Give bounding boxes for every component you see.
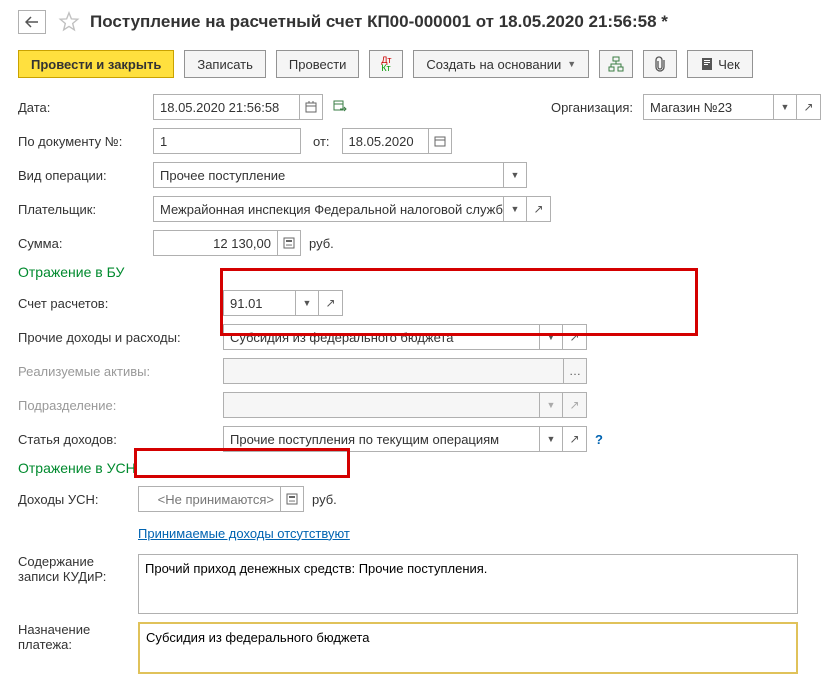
op-type-label: Вид операции:	[18, 168, 153, 183]
paperclip-icon	[653, 56, 667, 72]
chevron-down-icon: ▼	[303, 298, 312, 308]
chevron-down-icon: ▼	[547, 400, 556, 410]
payer-dropdown-button[interactable]: ▼	[503, 196, 527, 222]
usn-currency: руб.	[312, 492, 337, 507]
account-label: Счет расчетов:	[18, 296, 223, 311]
document-title: Поступление на расчетный счет КП00-00000…	[90, 12, 668, 32]
org-dropdown-button[interactable]: ▼	[773, 94, 797, 120]
chevron-down-icon: ▼	[567, 59, 576, 69]
structure-button[interactable]	[599, 50, 633, 78]
open-icon: ↗	[803, 100, 813, 114]
arrow-left-icon	[25, 16, 39, 28]
amount-label: Сумма:	[18, 236, 153, 251]
calendar-button[interactable]	[299, 94, 323, 120]
doc-from-label: от:	[313, 134, 330, 149]
open-icon: ↗	[569, 398, 579, 412]
chevron-down-icon: ▼	[781, 102, 790, 112]
calendar-icon	[434, 135, 446, 147]
dt-kt-button[interactable]: ДтКт	[369, 50, 403, 78]
usn-income-calc-button[interactable]	[280, 486, 304, 512]
amount-calc-button[interactable]	[277, 230, 301, 256]
help-link[interactable]: ?	[595, 432, 603, 447]
attachment-button[interactable]	[643, 50, 677, 78]
other-income-open-button[interactable]: ↗	[563, 324, 587, 350]
back-button[interactable]	[18, 10, 46, 34]
create-based-label: Создать на основании	[426, 57, 561, 72]
account-open-button[interactable]: ↗	[319, 290, 343, 316]
assets-label: Реализуемые активы:	[18, 364, 223, 379]
kudir-textarea[interactable]	[138, 554, 798, 614]
chevron-down-icon: ▼	[511, 204, 520, 214]
op-type-dropdown-button[interactable]: ▼	[503, 162, 527, 188]
cheque-label: Чек	[718, 57, 740, 72]
doc-no-input[interactable]: 1	[153, 128, 301, 154]
income-article-dropdown-button[interactable]: ▼	[539, 426, 563, 452]
dept-dropdown-button: ▼	[539, 392, 563, 418]
date-extra-icon[interactable]	[333, 99, 347, 116]
account-input[interactable]: 91.01	[223, 290, 295, 316]
other-income-input[interactable]: Субсидия из федерального бюджета	[223, 324, 539, 350]
structure-icon	[608, 56, 624, 72]
income-article-open-button[interactable]: ↗	[563, 426, 587, 452]
chevron-down-icon: ▼	[511, 170, 520, 180]
purpose-textarea[interactable]	[138, 622, 798, 674]
dt-kt-icon: ДтКт	[381, 56, 391, 72]
create-based-on-button[interactable]: Создать на основании ▼	[413, 50, 589, 78]
bu-section-title: Отражение в БУ	[18, 264, 821, 280]
open-icon: ↗	[325, 296, 335, 310]
account-dropdown-button[interactable]: ▼	[295, 290, 319, 316]
date-label: Дата:	[18, 100, 153, 115]
calendar-auto-icon	[333, 99, 347, 113]
doc-from-input[interactable]: 18.05.2020	[342, 128, 428, 154]
usn-income-input[interactable]: <Не принимаются>	[138, 486, 280, 512]
favorite-star-icon[interactable]	[58, 11, 80, 33]
dept-open-button: ↗	[563, 392, 587, 418]
post-and-close-button[interactable]: Провести и закрыть	[18, 50, 174, 78]
currency: руб.	[309, 236, 334, 251]
cheque-button[interactable]: Чек	[687, 50, 753, 78]
org-input[interactable]: Магазин №23	[643, 94, 773, 120]
other-income-label: Прочие доходы и расходы:	[18, 330, 223, 345]
save-button[interactable]: Записать	[184, 50, 266, 78]
calendar-icon	[305, 101, 317, 113]
income-article-input[interactable]: Прочие поступления по текущим операциям	[223, 426, 539, 452]
calculator-icon	[283, 237, 295, 249]
chevron-down-icon: ▼	[547, 434, 556, 444]
dept-label: Подразделение:	[18, 398, 223, 413]
org-open-button[interactable]: ↗	[797, 94, 821, 120]
income-article-label: Статья доходов:	[18, 432, 223, 447]
date-input[interactable]: 18.05.2020 21:56:58	[153, 94, 299, 120]
calculator-icon	[286, 493, 298, 505]
other-income-dropdown-button[interactable]: ▼	[539, 324, 563, 350]
doc-from-calendar-button[interactable]	[428, 128, 452, 154]
purpose-label: Назначение платежа:	[18, 622, 138, 652]
chevron-down-icon: ▼	[547, 332, 556, 342]
kudir-label: Содержание записи КУДиР:	[18, 554, 138, 584]
payer-open-button[interactable]: ↗	[527, 196, 551, 222]
payer-label: Плательщик:	[18, 202, 153, 217]
open-icon: ↗	[533, 202, 543, 216]
usn-section-title: Отражение в УСН	[18, 460, 821, 476]
dept-input	[223, 392, 539, 418]
usn-income-note-link[interactable]: Принимаемые доходы отсутствуют	[138, 526, 350, 541]
assets-input	[223, 358, 563, 384]
doc-no-label: По документу №:	[18, 134, 153, 149]
receipt-icon	[700, 57, 714, 71]
payer-input[interactable]: Межрайонная инспекция Федеральной налого…	[153, 196, 503, 222]
post-button[interactable]: Провести	[276, 50, 360, 78]
usn-income-label: Доходы УСН:	[18, 492, 138, 507]
ellipsis-icon: …	[569, 364, 581, 378]
org-label: Организация:	[551, 100, 633, 115]
open-icon: ↗	[569, 432, 579, 446]
assets-more-button: …	[563, 358, 587, 384]
open-icon: ↗	[569, 330, 579, 344]
op-type-input[interactable]: Прочее поступление	[153, 162, 503, 188]
amount-input[interactable]: 12 130,00	[153, 230, 277, 256]
